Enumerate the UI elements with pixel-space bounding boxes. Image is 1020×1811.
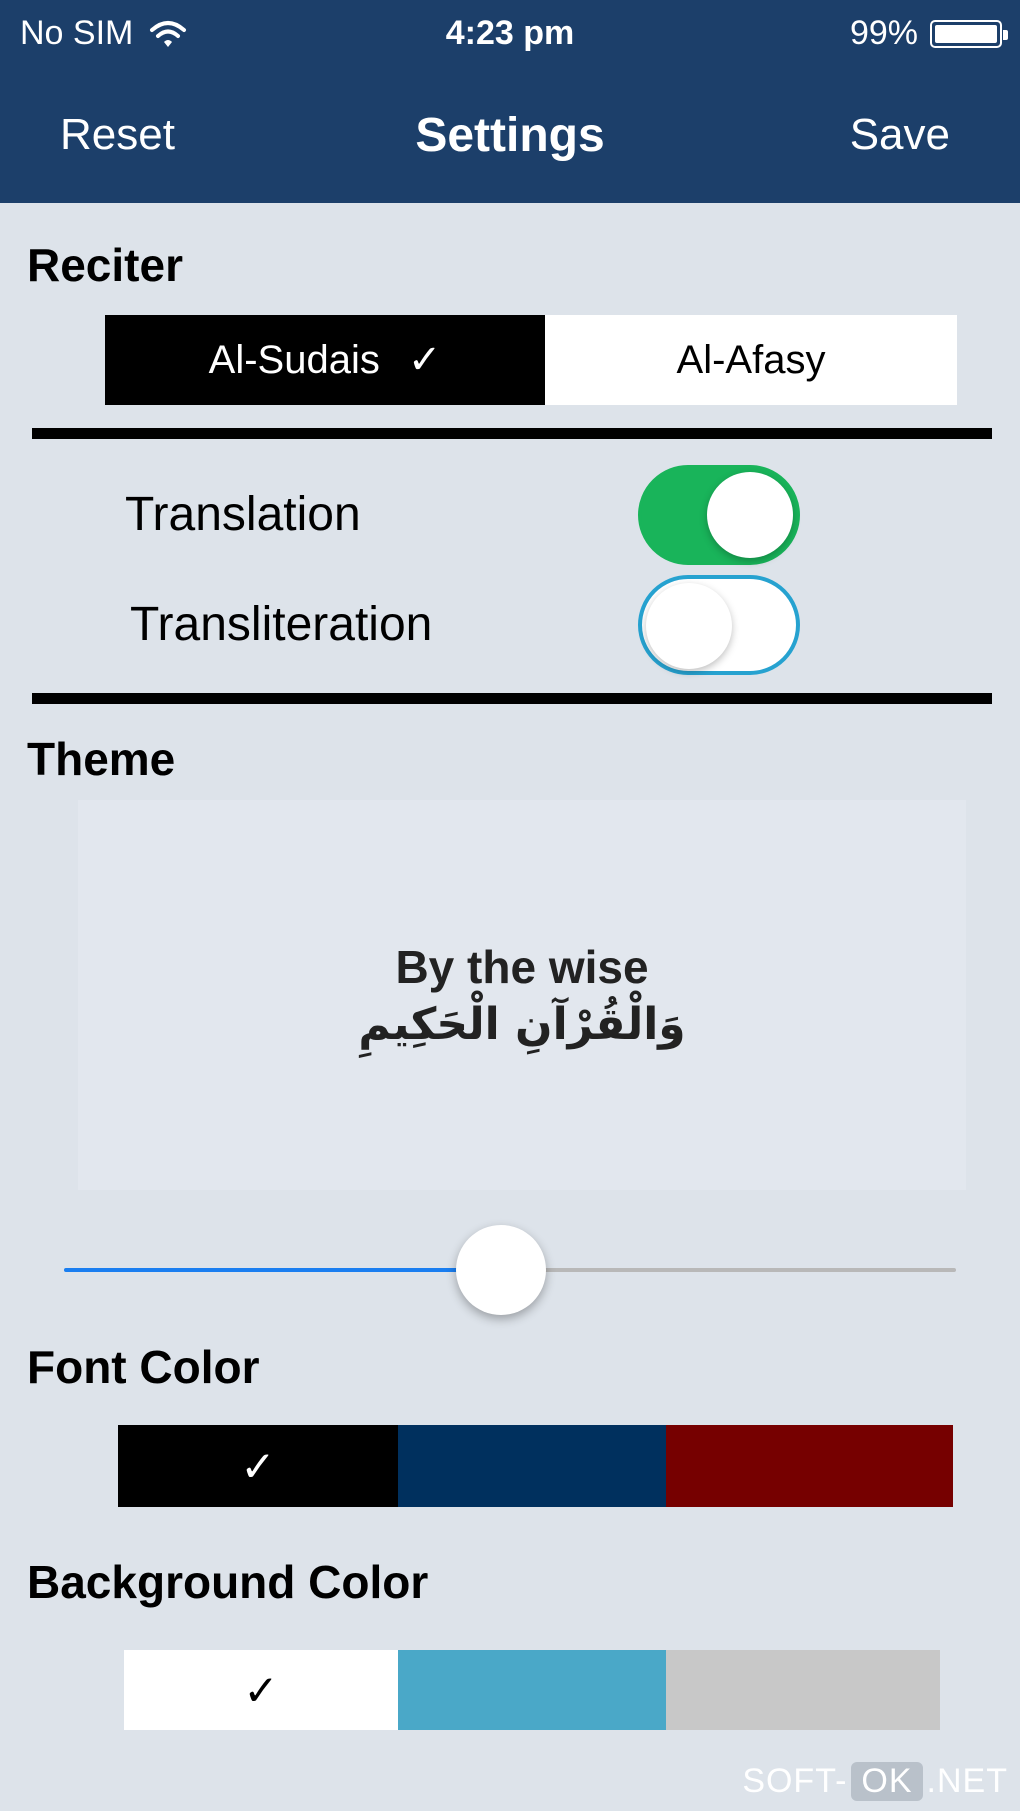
checkmark-icon: ✓ xyxy=(243,1666,279,1714)
toggle-knob xyxy=(707,472,793,558)
translation-label: Translation xyxy=(125,488,361,541)
font-color-swatch-maroon[interactable] xyxy=(666,1425,953,1507)
preview-text: By the wise وَالْقُرْآنِ الْحَكِيمِ xyxy=(78,938,966,1054)
theme-preview: By the wise وَالْقُرْآنِ الْحَكِيمِ xyxy=(78,800,966,1190)
background-color-swatch-gray[interactable] xyxy=(666,1650,940,1730)
divider xyxy=(32,428,992,439)
transliteration-row: Transliteration xyxy=(0,575,1020,675)
translation-row: Translation xyxy=(0,465,1020,565)
theme-heading: Theme xyxy=(27,733,176,785)
reciter-option-label: Al-Sudais xyxy=(208,337,380,382)
battery-status: 99% xyxy=(849,14,1008,53)
preview-translation: By the wise xyxy=(395,941,649,993)
toggle-knob xyxy=(646,583,732,669)
reciter-option-label: Al-Afasy xyxy=(676,337,826,382)
background-color-swatch-teal[interactable] xyxy=(398,1650,666,1730)
background-color-swatches: ✓ xyxy=(124,1650,940,1730)
battery-percent: 99% xyxy=(849,14,918,52)
font-color-swatches: ✓ xyxy=(118,1425,953,1507)
checkmark-icon: ✓ xyxy=(240,1442,276,1490)
battery-icon xyxy=(930,19,1008,48)
watermark-right: .NET xyxy=(926,1762,1008,1800)
status-bar: No SIM 4:23 pm 99% xyxy=(0,0,1020,64)
reciter-option-al-afasy[interactable]: Al-Afasy xyxy=(545,315,957,405)
divider xyxy=(32,693,992,704)
background-color-heading: Background Color xyxy=(27,1556,429,1608)
top-bar: No SIM 4:23 pm 99% Reset Settings Save xyxy=(0,0,1020,203)
reciter-heading: Reciter xyxy=(27,239,183,291)
checkmark-icon: ✓ xyxy=(407,338,442,382)
transliteration-toggle[interactable] xyxy=(638,575,800,675)
reciter-option-al-sudais[interactable]: Al-Sudais ✓ xyxy=(105,315,545,405)
watermark: SOFT- OK .NET xyxy=(742,1762,1008,1801)
translation-toggle[interactable] xyxy=(638,465,800,565)
save-button[interactable]: Save xyxy=(850,110,950,160)
watermark-left: SOFT- xyxy=(742,1762,848,1800)
reciter-segmented-control: Al-Sudais ✓ Al-Afasy xyxy=(105,315,957,405)
font-color-swatch-black[interactable]: ✓ xyxy=(118,1425,398,1507)
slider-thumb[interactable] xyxy=(456,1225,546,1315)
slider-track xyxy=(501,1268,956,1272)
font-size-slider[interactable] xyxy=(64,1220,956,1320)
font-color-swatch-navy[interactable] xyxy=(398,1425,666,1507)
background-color-swatch-white[interactable]: ✓ xyxy=(124,1650,398,1730)
slider-track-filled xyxy=(64,1268,501,1272)
font-color-heading: Font Color xyxy=(27,1341,260,1393)
transliteration-label: Transliteration xyxy=(130,598,433,651)
preview-arabic: وَالْقُرْآنِ الْحَكِيمِ xyxy=(358,999,686,1050)
watermark-mid: OK xyxy=(851,1762,923,1801)
